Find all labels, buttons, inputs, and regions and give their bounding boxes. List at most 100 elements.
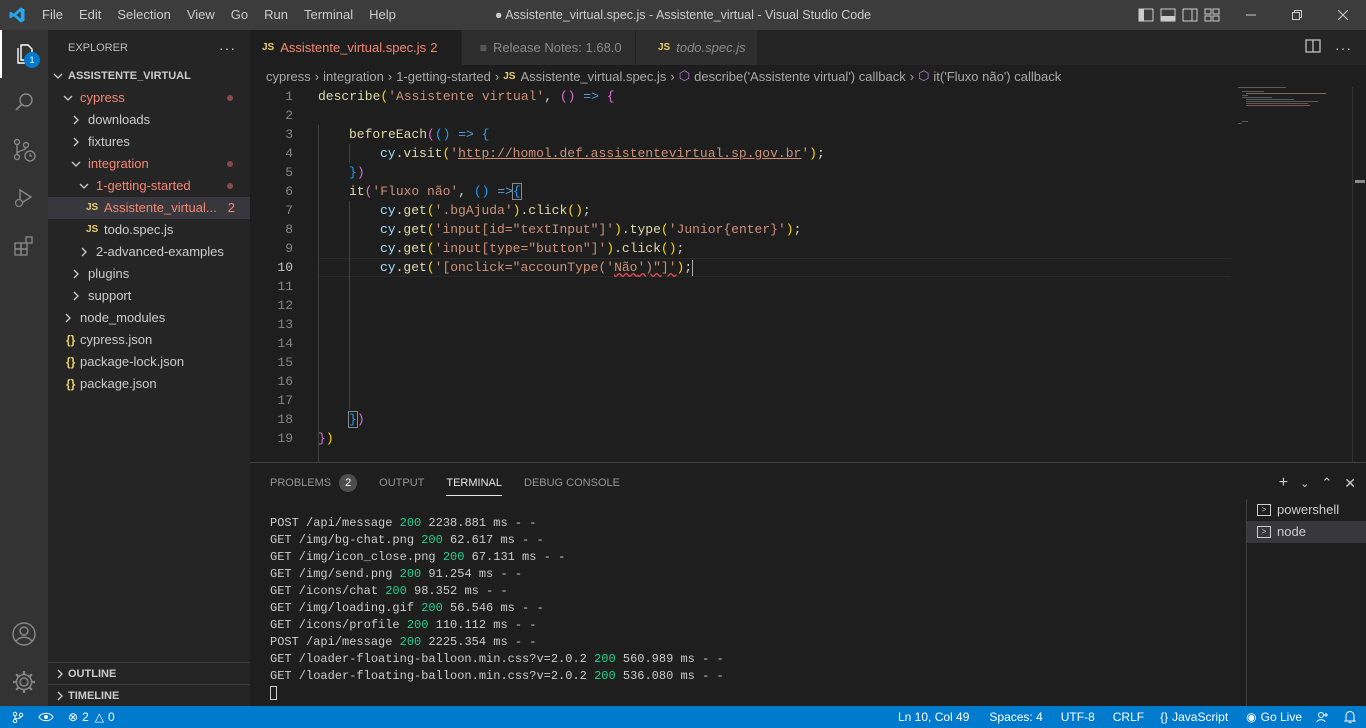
minimize-button[interactable]	[1228, 0, 1274, 30]
tree-item[interactable]: cypress	[48, 87, 250, 109]
tab-debug-console[interactable]: DEBUG CONSOLE	[524, 463, 620, 503]
toggle-secondary-sidebar-icon[interactable]	[1182, 8, 1198, 22]
menu-view[interactable]: View	[179, 0, 223, 30]
encoding[interactable]: UTF-8	[1054, 706, 1102, 728]
split-editor-icon[interactable]	[1305, 39, 1321, 56]
tree-item[interactable]: 1-getting-started	[48, 175, 250, 197]
tree-item[interactable]: support	[48, 285, 250, 307]
editor-actions: ···	[1305, 30, 1366, 65]
menu-terminal[interactable]: Terminal	[296, 0, 361, 30]
run-debug-icon[interactable]	[0, 174, 48, 222]
error-squiggle[interactable]: Não	[614, 260, 637, 275]
chevron-right-icon	[76, 241, 92, 263]
terminal-output[interactable]: POST /api/message 200 2238.881 ms - - GET…	[270, 515, 1240, 702]
breadcrumb-item[interactable]: integration	[323, 69, 384, 84]
explorer-icon[interactable]: 1	[0, 30, 48, 78]
line-number: 14	[277, 336, 293, 351]
close-panel-icon[interactable]: ✕	[1344, 475, 1356, 492]
more-actions-icon[interactable]: ···	[1335, 40, 1352, 56]
status-code: 200	[442, 550, 465, 564]
tree-item[interactable]: downloads	[48, 109, 250, 131]
tree-item[interactable]: node_modules	[48, 307, 250, 329]
tree-item[interactable]: integration	[48, 153, 250, 175]
notifications-icon[interactable]	[1337, 706, 1366, 728]
modified-dot-icon	[227, 95, 233, 101]
extensions-icon[interactable]	[0, 222, 48, 270]
terminal-item-powershell[interactable]: > powershell	[1247, 499, 1366, 521]
accounts-icon[interactable]	[0, 610, 48, 658]
menu-file[interactable]: File	[34, 0, 71, 30]
chevron-right-icon: ›	[387, 68, 393, 84]
menu-go[interactable]: Go	[223, 0, 256, 30]
customize-layout-icon[interactable]	[1204, 8, 1220, 22]
maximize-panel-icon[interactable]: ⌃	[1321, 475, 1332, 491]
feedback-icon[interactable]	[1309, 706, 1337, 728]
tree-item-label: cypress	[80, 90, 125, 105]
go-live-button[interactable]: ◉ Go Live	[1239, 706, 1309, 728]
timeline-section[interactable]: TIMELINE	[48, 684, 250, 706]
live-share-icon[interactable]	[31, 706, 61, 728]
tree-item[interactable]: plugins	[48, 263, 250, 285]
terminal-prompt[interactable]	[270, 685, 1240, 702]
json-file-icon: {}	[66, 333, 76, 347]
indentation[interactable]: Spaces: 4	[982, 706, 1049, 728]
breadcrumb-item[interactable]: describe('Assistente virtual') callback	[694, 69, 906, 84]
menu-edit[interactable]: Edit	[71, 0, 109, 30]
tree-item[interactable]: {} cypress.json	[48, 329, 250, 351]
chevron-down-icon[interactable]: ⌄	[1300, 477, 1309, 490]
toggle-panel-icon[interactable]	[1160, 8, 1176, 22]
tree-item[interactable]: fixtures	[48, 131, 250, 153]
breadcrumb-item[interactable]: cypress	[266, 69, 311, 84]
language-mode[interactable]: {} JavaScript	[1153, 706, 1235, 728]
outline-section[interactable]: OUTLINE	[48, 662, 250, 684]
tree-item[interactable]: {} package-lock.json	[48, 351, 250, 373]
tree-item[interactable]: 2-advanced-examples	[48, 241, 250, 263]
gear-icon[interactable]	[0, 658, 48, 706]
menu-selection[interactable]: Selection	[109, 0, 178, 30]
problems-status[interactable]: ⊗ 2 △ 0	[61, 706, 122, 728]
vscode-logo-icon	[0, 0, 34, 30]
tab-terminal[interactable]: TERMINAL	[446, 463, 502, 503]
editor-scrollbar[interactable]	[1352, 87, 1366, 462]
search-icon[interactable]	[0, 78, 48, 126]
minimap[interactable]	[1236, 87, 1346, 147]
tree-item[interactable]: JS Assistente_virtual... 2	[48, 197, 250, 219]
chevron-down-icon	[60, 87, 76, 109]
tab-output[interactable]: OUTPUT	[379, 463, 424, 503]
tree-item-label: todo.spec.js	[104, 222, 174, 237]
menu-run[interactable]: Run	[256, 0, 296, 30]
terminal-item-node[interactable]: > node	[1247, 521, 1366, 543]
line-number: 11	[277, 279, 293, 294]
problems-count-badge: 2	[339, 474, 358, 492]
breadcrumb-item[interactable]: it('Fluxo não') callback	[933, 69, 1061, 84]
json-file-icon: {}	[66, 377, 76, 391]
breadcrumb-item[interactable]: 1-getting-started	[396, 69, 491, 84]
url-link[interactable]: http://homol.def.assistentevirtual.sp.go…	[458, 146, 801, 161]
menu-help[interactable]: Help	[361, 0, 404, 30]
remote-icon[interactable]	[0, 706, 31, 728]
tab-assistente-virtual[interactable]: JS Assistente_virtual.spec.js 2	[250, 30, 462, 65]
cursor-position[interactable]: Ln 10, Col 49	[891, 706, 976, 728]
toggle-sidebar-icon[interactable]	[1138, 8, 1154, 22]
line-ending[interactable]: CRLF	[1106, 706, 1151, 728]
tree-item[interactable]: JS todo.spec.js	[48, 219, 250, 241]
line-number-row: 12	[250, 296, 296, 315]
status-code: 200	[385, 584, 407, 598]
new-terminal-icon[interactable]: +	[1279, 474, 1288, 492]
code-editor[interactable]: 1 2 3 4 5 6 7 8 9 10 11 12 13 14 15 16 17 18 19 describe('…	[250, 87, 1366, 467]
tree-item[interactable]: {} package.json	[48, 373, 250, 395]
restore-button[interactable]	[1274, 0, 1320, 30]
workspace-root[interactable]: ASSISTENTE_VIRTUAL	[48, 65, 250, 87]
tab-problems[interactable]: PROBLEMS 2	[270, 463, 358, 503]
tab-release-notes[interactable]: ≡ Release Notes: 1.68.0	[462, 30, 636, 65]
line-number-row: 16	[250, 372, 296, 391]
more-actions-icon[interactable]: ···	[219, 40, 236, 56]
panel-actions: + ⌄ ⌃ ✕	[1279, 463, 1356, 503]
breadcrumb-item[interactable]: Assistente_virtual.spec.js	[520, 69, 666, 84]
close-window-button[interactable]	[1320, 0, 1366, 30]
terminal-line: GET /icons/chat 200 98.352 ms - -	[270, 584, 508, 598]
js-file-icon: JS	[503, 70, 516, 82]
panel-tabs: PROBLEMS 2 OUTPUT TERMINAL DEBUG CONSOLE	[270, 463, 620, 503]
tab-todo-spec[interactable]: JS todo.spec.js	[636, 30, 758, 65]
source-control-icon[interactable]	[0, 126, 48, 174]
